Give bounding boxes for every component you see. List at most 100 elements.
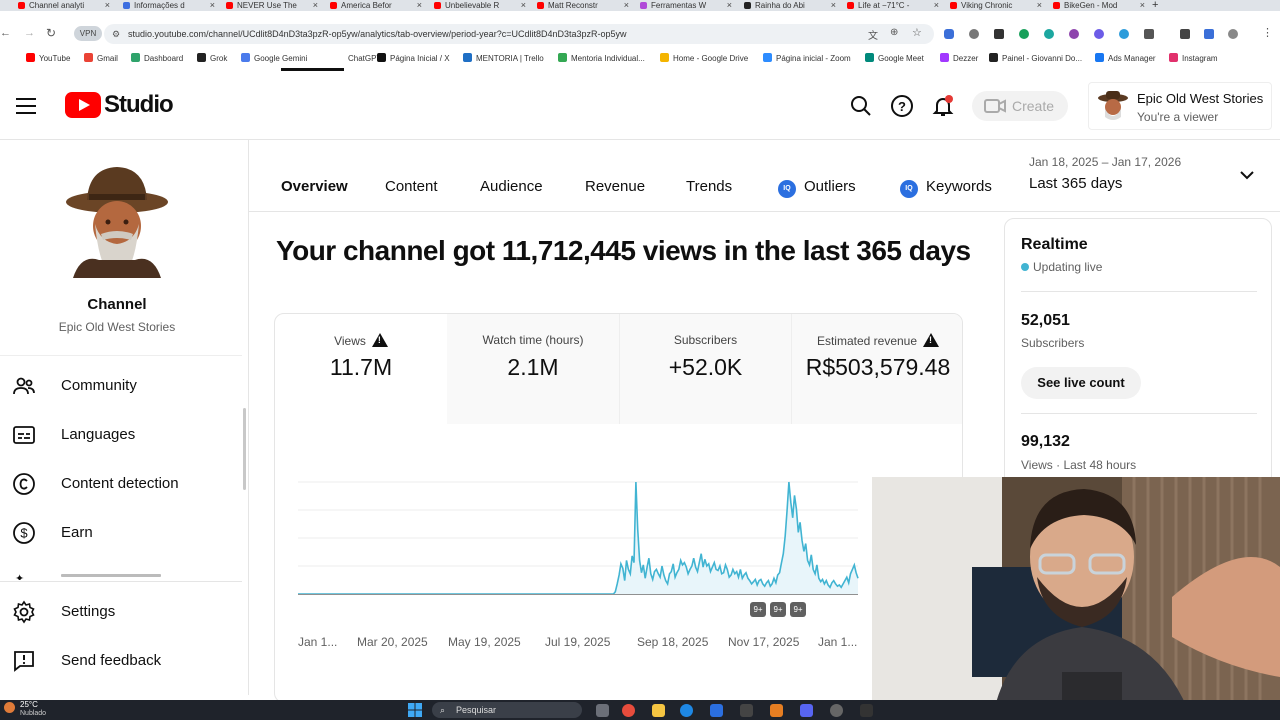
customization-item-clipped[interactable]: ✦ xyxy=(12,574,232,580)
app-icon[interactable] xyxy=(860,704,873,717)
extension-icon[interactable] xyxy=(1180,29,1190,39)
close-tab-icon[interactable]: × xyxy=(727,0,732,11)
youtube-logo-icon[interactable] xyxy=(65,92,101,118)
browser-tab[interactable]: Ferramentas W × xyxy=(640,0,732,11)
menu-icon[interactable] xyxy=(16,98,36,114)
help-icon[interactable]: ? xyxy=(890,94,914,118)
close-tab-icon[interactable]: × xyxy=(934,0,939,11)
forward-icon[interactable]: → xyxy=(24,27,35,39)
milestone-badge[interactable]: 9+ xyxy=(790,602,806,617)
bookmark-item[interactable]: Gmail xyxy=(84,53,118,65)
create-button[interactable]: Create xyxy=(972,91,1068,121)
close-tab-icon[interactable]: × xyxy=(521,0,526,11)
extension-icon[interactable] xyxy=(1144,29,1154,39)
warning-icon[interactable] xyxy=(923,333,940,347)
search-icon[interactable] xyxy=(849,94,873,118)
browser-tab[interactable]: America Befor × xyxy=(330,0,422,11)
extension-icon[interactable] xyxy=(969,29,979,39)
metric-watch-time[interactable]: Watch time (hours) 2.1M xyxy=(447,314,619,424)
browser-tab[interactable]: Rainha do Abi × xyxy=(744,0,836,11)
metric-revenue[interactable]: Estimated revenue R$503,579.48 xyxy=(791,314,962,424)
bookmark-item[interactable]: Grok xyxy=(197,53,227,65)
milestone-badge[interactable]: 9+ xyxy=(770,602,786,617)
chrome-icon[interactable] xyxy=(622,704,635,717)
task-view-icon[interactable] xyxy=(596,704,609,717)
close-tab-icon[interactable]: × xyxy=(105,0,110,11)
tab-revenue[interactable]: Revenue xyxy=(585,178,645,195)
capcut-icon[interactable] xyxy=(740,704,753,717)
bookmark-item[interactable]: Mentoria Individual... xyxy=(558,53,645,65)
taskbar-search[interactable]: ⌕ Pesquisar xyxy=(432,702,582,718)
extension-icon[interactable] xyxy=(1069,29,1079,39)
views-chart[interactable] xyxy=(296,470,860,600)
bookmark-star-icon[interactable]: ☆ xyxy=(912,26,922,39)
edge-icon[interactable] xyxy=(680,704,693,717)
close-tab-icon[interactable]: × xyxy=(831,0,836,11)
url-field[interactable]: ⚙ studio.youtube.com/channel/UCdlit8D4nD… xyxy=(104,24,934,44)
sidebar-item-earn[interactable]: $ Earn xyxy=(0,513,240,553)
browser-tab[interactable]: Matt Reconstr × xyxy=(537,0,629,11)
browser-menu-icon[interactable]: ⋮ xyxy=(1262,26,1273,39)
browser-tab[interactable]: BikeGen - Mod × xyxy=(1053,0,1145,11)
extension-icon[interactable] xyxy=(1204,29,1214,39)
browser-tab[interactable]: NEVER Use The × xyxy=(226,0,318,11)
sidebar-scrollbar[interactable] xyxy=(243,408,246,490)
close-tab-icon[interactable]: × xyxy=(417,0,422,11)
tab-audience[interactable]: Audience xyxy=(480,178,543,195)
bookmark-item[interactable]: Google Gemini xyxy=(241,53,307,65)
close-tab-icon[interactable]: × xyxy=(1037,0,1042,11)
sidebar-item-send-feedback[interactable]: Send feedback xyxy=(0,641,240,681)
metric-views[interactable]: Views 11.7M xyxy=(275,314,447,424)
bookmark-item[interactable]: ChatGPT xyxy=(335,53,381,65)
sidebar-item-community[interactable]: Community xyxy=(0,366,240,406)
site-info-icon[interactable]: ⚙ xyxy=(112,24,120,44)
vpn-badge[interactable]: VPN xyxy=(74,26,102,41)
zoom-icon[interactable]: ⊕ xyxy=(890,27,898,38)
tab-keywords[interactable]: IQ Keywords xyxy=(900,178,992,198)
tab-trends[interactable]: Trends xyxy=(686,178,732,195)
new-tab-icon[interactable]: + xyxy=(1152,0,1158,11)
bookmark-item[interactable]: Home - Google Drive xyxy=(660,53,748,65)
windows-start-icon[interactable] xyxy=(408,703,422,717)
chevron-down-icon[interactable] xyxy=(1240,170,1254,180)
browser-tab[interactable]: Unbelievable R × xyxy=(434,0,526,11)
close-tab-icon[interactable]: × xyxy=(210,0,215,11)
bookmark-item[interactable]: Ads Manager xyxy=(1095,53,1156,65)
notifications-bell-icon[interactable] xyxy=(931,94,955,118)
close-tab-icon[interactable]: × xyxy=(624,0,629,11)
milestone-badge[interactable]: 9+ xyxy=(750,602,766,617)
sidebar-item-content-detection[interactable]: Content detection xyxy=(0,464,240,504)
app-icon[interactable] xyxy=(830,704,843,717)
tab-content[interactable]: Content xyxy=(385,178,438,195)
app-icon[interactable] xyxy=(770,704,783,717)
extension-icon[interactable] xyxy=(944,29,954,39)
bookmark-item[interactable]: Dezzer xyxy=(940,53,978,65)
browser-tab[interactable]: Channel analyti × xyxy=(18,0,110,11)
app-icon[interactable] xyxy=(710,704,723,717)
back-icon[interactable]: ← xyxy=(0,27,11,39)
sidebar-item-languages[interactable]: Languages xyxy=(0,415,240,455)
close-tab-icon[interactable]: × xyxy=(313,0,318,11)
weather-icon[interactable] xyxy=(4,702,15,713)
see-live-count-button[interactable]: See live count xyxy=(1021,367,1141,399)
app-icon[interactable] xyxy=(800,704,813,717)
file-explorer-icon[interactable] xyxy=(652,704,665,717)
bookmark-item[interactable]: MENTORIA | Trello xyxy=(463,53,544,65)
metric-subscribers[interactable]: Subscribers +52.0K xyxy=(619,314,791,424)
bookmark-item[interactable]: Google Meet xyxy=(865,53,924,65)
extension-icon[interactable] xyxy=(994,29,1004,39)
extension-icon[interactable] xyxy=(1019,29,1029,39)
bookmark-item[interactable]: Painel - Giovanni Do... xyxy=(989,53,1082,65)
browser-tab[interactable]: Viking Chronic × xyxy=(950,0,1042,11)
account-switcher[interactable]: Epic Old West Stories You're a viewer xyxy=(1088,82,1272,130)
extension-icon[interactable] xyxy=(1119,29,1129,39)
bookmark-item[interactable]: Instagram xyxy=(1169,53,1218,65)
tab-outliers[interactable]: IQ Outliers xyxy=(778,178,856,198)
browser-tab[interactable]: Life at −71°C - × xyxy=(847,0,939,11)
tab-overview[interactable]: Overview xyxy=(281,178,348,195)
sidebar-item-settings[interactable]: Settings xyxy=(0,592,240,632)
bookmark-item[interactable]: Dashboard xyxy=(131,53,183,65)
profile-icon[interactable] xyxy=(1228,29,1238,39)
warning-icon[interactable] xyxy=(371,333,388,347)
bookmark-item[interactable]: YouTube xyxy=(26,53,70,65)
